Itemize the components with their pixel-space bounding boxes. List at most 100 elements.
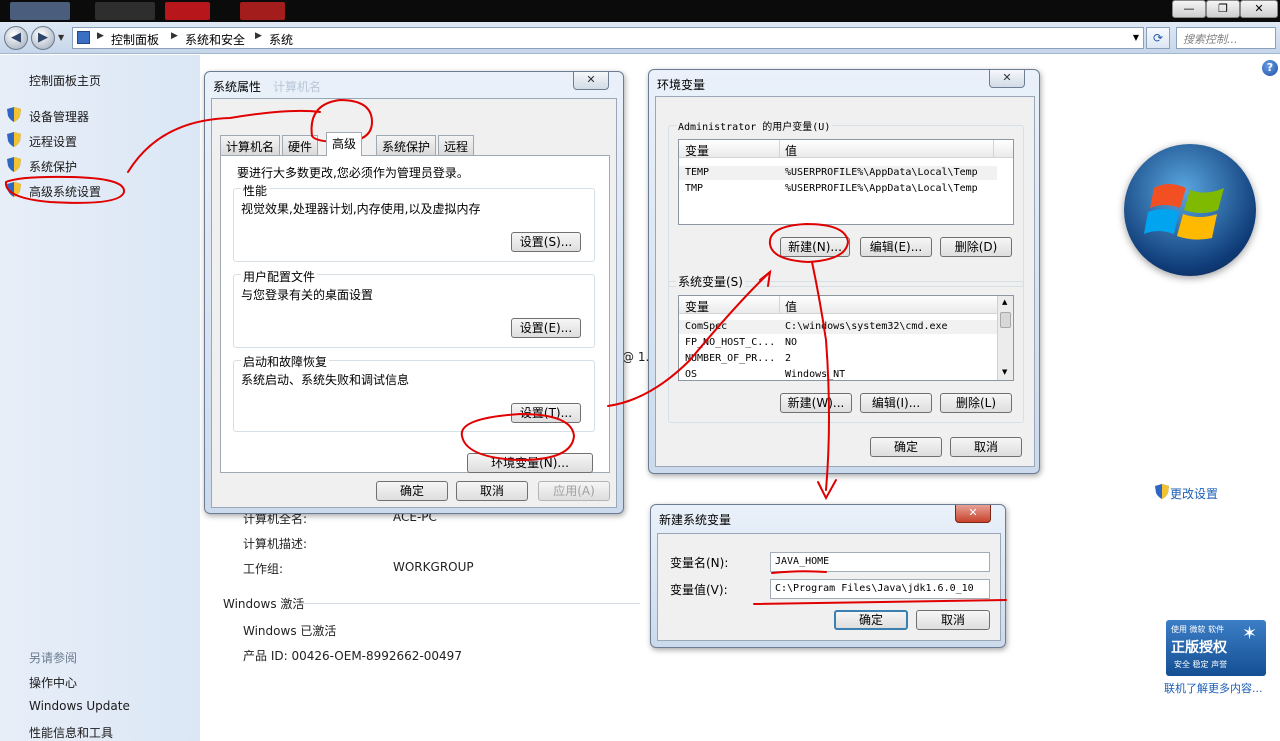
user-var-name[interactable]: TEMP (685, 167, 709, 178)
scroll-down-icon[interactable]: ▼ (1002, 368, 1007, 376)
user-variables-title: Administrator 的用户变量(U) (676, 118, 833, 133)
tab-remote[interactable]: 远程 (438, 135, 475, 155)
sys-var-name[interactable]: ComSpec (685, 321, 727, 332)
search-input[interactable]: 搜索控制... (1176, 27, 1276, 49)
close-window-button[interactable]: ✕ (1240, 0, 1278, 18)
tab-system-protection[interactable]: 系统保护 (376, 135, 437, 155)
see-also-performance[interactable]: 性能信息和工具 (29, 724, 113, 741)
learn-more-link[interactable]: 联机了解更多内容... (1164, 680, 1263, 696)
list-header: 变量 值 (679, 296, 997, 314)
cancel-button[interactable]: 取消 (456, 481, 528, 501)
dialog-title: 系统属性 (213, 80, 262, 94)
close-button[interactable]: ✕ (989, 70, 1025, 88)
sys-var-name[interactable]: FP_NO_HOST_C... (685, 337, 775, 348)
dialog-title: 新建系统变量 (659, 513, 732, 527)
minimize-button[interactable]: — (1172, 0, 1206, 18)
admin-note: 要进行大多数更改,您必须作为管理员登录。 (237, 166, 469, 180)
cancel-button[interactable]: 取消 (950, 437, 1022, 457)
help-button[interactable]: ? (1262, 60, 1278, 76)
annotation-arrowhead (817, 479, 837, 501)
dialog-body: Administrator 的用户变量(U) 变量 值 TEMP %USERPR… (655, 96, 1035, 467)
sidebar-item-remote[interactable]: 远程设置 (29, 133, 77, 150)
tab-advanced[interactable]: 高级 (326, 132, 363, 156)
ok-button[interactable]: 确定 (870, 437, 942, 457)
breadcrumb-control-panel[interactable]: 控制面板 (111, 31, 159, 48)
system-delete-button[interactable]: 删除(L) (940, 393, 1012, 413)
sidebar-item-protection[interactable]: 系统保护 (29, 158, 77, 175)
change-settings-link[interactable]: 更改设置 (1170, 485, 1218, 502)
sys-var-value[interactable]: C:\windows\system32\cmd.exe (785, 321, 948, 332)
column-value[interactable]: 值 (785, 298, 797, 315)
maximize-button[interactable]: ❐ (1206, 0, 1240, 18)
column-value[interactable]: 值 (785, 142, 797, 159)
history-dropdown-icon[interactable]: ▼ (58, 33, 64, 42)
variable-name-input[interactable]: JAVA_HOME (770, 552, 990, 572)
shield-icon (7, 107, 21, 122)
column-variable[interactable]: 变量 (685, 298, 709, 315)
apply-button[interactable]: 应用(A) (538, 481, 610, 501)
thumbnail-icon (165, 2, 210, 20)
user-new-button[interactable]: 新建(N)... (780, 237, 850, 257)
see-also-windows-update[interactable]: Windows Update (29, 699, 130, 713)
variable-value-label: 变量值(V): (670, 583, 728, 597)
vertical-scrollbar[interactable]: ▲ ▼ (997, 296, 1013, 380)
genuine-badge[interactable]: 使用 微软 软件 正版授权 安全 稳定 声誉 ✶ (1166, 620, 1266, 676)
sys-var-value[interactable]: 2 (785, 353, 791, 364)
windows-logo (1124, 144, 1256, 276)
see-also-heading: 另请参阅 (29, 651, 78, 665)
sidebar-home-link[interactable]: 控制面板主页 (29, 72, 101, 89)
ok-button[interactable]: 确定 (834, 610, 908, 630)
user-var-value[interactable]: %USERPROFILE%\AppData\Local\Temp (785, 167, 978, 178)
breadcrumb-separator-icon: ▶ (97, 31, 104, 41)
system-new-button[interactable]: 新建(W)... (780, 393, 852, 413)
breadcrumb-system[interactable]: 系统 (269, 31, 293, 48)
close-button[interactable]: ✕ (573, 72, 609, 90)
scroll-thumb[interactable] (1000, 312, 1011, 328)
variable-value-input[interactable]: C:\Program Files\Java\jdk1.6.0_10 (770, 579, 990, 599)
user-variables-list[interactable]: 变量 值 TEMP %USERPROFILE%\AppData\Local\Te… (678, 139, 1014, 225)
system-variables-list[interactable]: 变量 值 ComSpec C:\windows\system32\cmd.exe… (678, 295, 1014, 381)
user-edit-button[interactable]: 编辑(E)... (860, 237, 932, 257)
performance-desc: 视觉效果,处理器计划,内存使用,以及虚拟内存 (241, 202, 481, 216)
tab-hardware[interactable]: 硬件 (282, 135, 319, 155)
address-dropdown-icon[interactable]: ▼ (1133, 33, 1139, 42)
environment-variables-button[interactable]: 环境变量(N)... (467, 453, 593, 473)
sys-var-value[interactable]: Windows_NT (785, 369, 845, 380)
breadcrumb-separator-icon: ▶ (255, 31, 262, 41)
dialog-title: 环境变量 (657, 78, 706, 92)
sidebar-item-advanced[interactable]: 高级系统设置 (29, 183, 101, 200)
refresh-button[interactable]: ⟳ (1146, 27, 1170, 49)
column-divider (779, 140, 780, 158)
performance-settings-button[interactable]: 设置(S)... (511, 232, 581, 252)
user-var-name[interactable]: TMP (685, 183, 703, 194)
cancel-button[interactable]: 取消 (916, 610, 990, 630)
address-bar[interactable]: ▶ 控制面板 ▶ 系统和安全 ▶ 系统 ▼ (72, 27, 1144, 49)
user-delete-button[interactable]: 删除(D) (940, 237, 1012, 257)
activation-heading: Windows 激活 (223, 597, 305, 611)
profile-settings-button[interactable]: 设置(E)... (511, 318, 581, 338)
column-variable[interactable]: 变量 (685, 142, 709, 159)
workgroup-label: 工作组: (243, 562, 284, 576)
sys-var-value[interactable]: NO (785, 337, 797, 348)
close-button[interactable]: ✕ (955, 505, 991, 523)
navigation-bar: ◀ ▶ ▼ ▶ 控制面板 ▶ 系统和安全 ▶ 系统 ▼ ⟳ 搜索控制... (0, 22, 1280, 54)
breadcrumb-security[interactable]: 系统和安全 (185, 31, 245, 48)
scroll-up-icon[interactable]: ▲ (1002, 298, 1007, 306)
thumbnail-icon (10, 2, 70, 20)
sys-var-name[interactable]: NUMBER_OF_PR... (685, 353, 775, 364)
tab-computer-name[interactable]: 计算机名 (220, 135, 281, 155)
computer-desc-label: 计算机描述: (243, 537, 308, 551)
profile-title: 用户配置文件 (241, 268, 318, 285)
activation-status: Windows 已激活 (243, 624, 337, 638)
variable-name-label: 变量名(N): (670, 556, 729, 570)
forward-button[interactable]: ▶ (31, 26, 55, 50)
user-var-value[interactable]: %USERPROFILE%\AppData\Local\Temp (785, 183, 978, 194)
startup-settings-button[interactable]: 设置(T)... (511, 403, 581, 423)
star-icon: ✶ (1242, 623, 1258, 644)
ok-button[interactable]: 确定 (376, 481, 448, 501)
sys-var-name[interactable]: OS (685, 369, 697, 380)
system-edit-button[interactable]: 编辑(I)... (860, 393, 932, 413)
see-also-action-center[interactable]: 操作中心 (29, 674, 77, 691)
back-button[interactable]: ◀ (4, 26, 28, 50)
sidebar-item-device-manager[interactable]: 设备管理器 (29, 108, 89, 125)
